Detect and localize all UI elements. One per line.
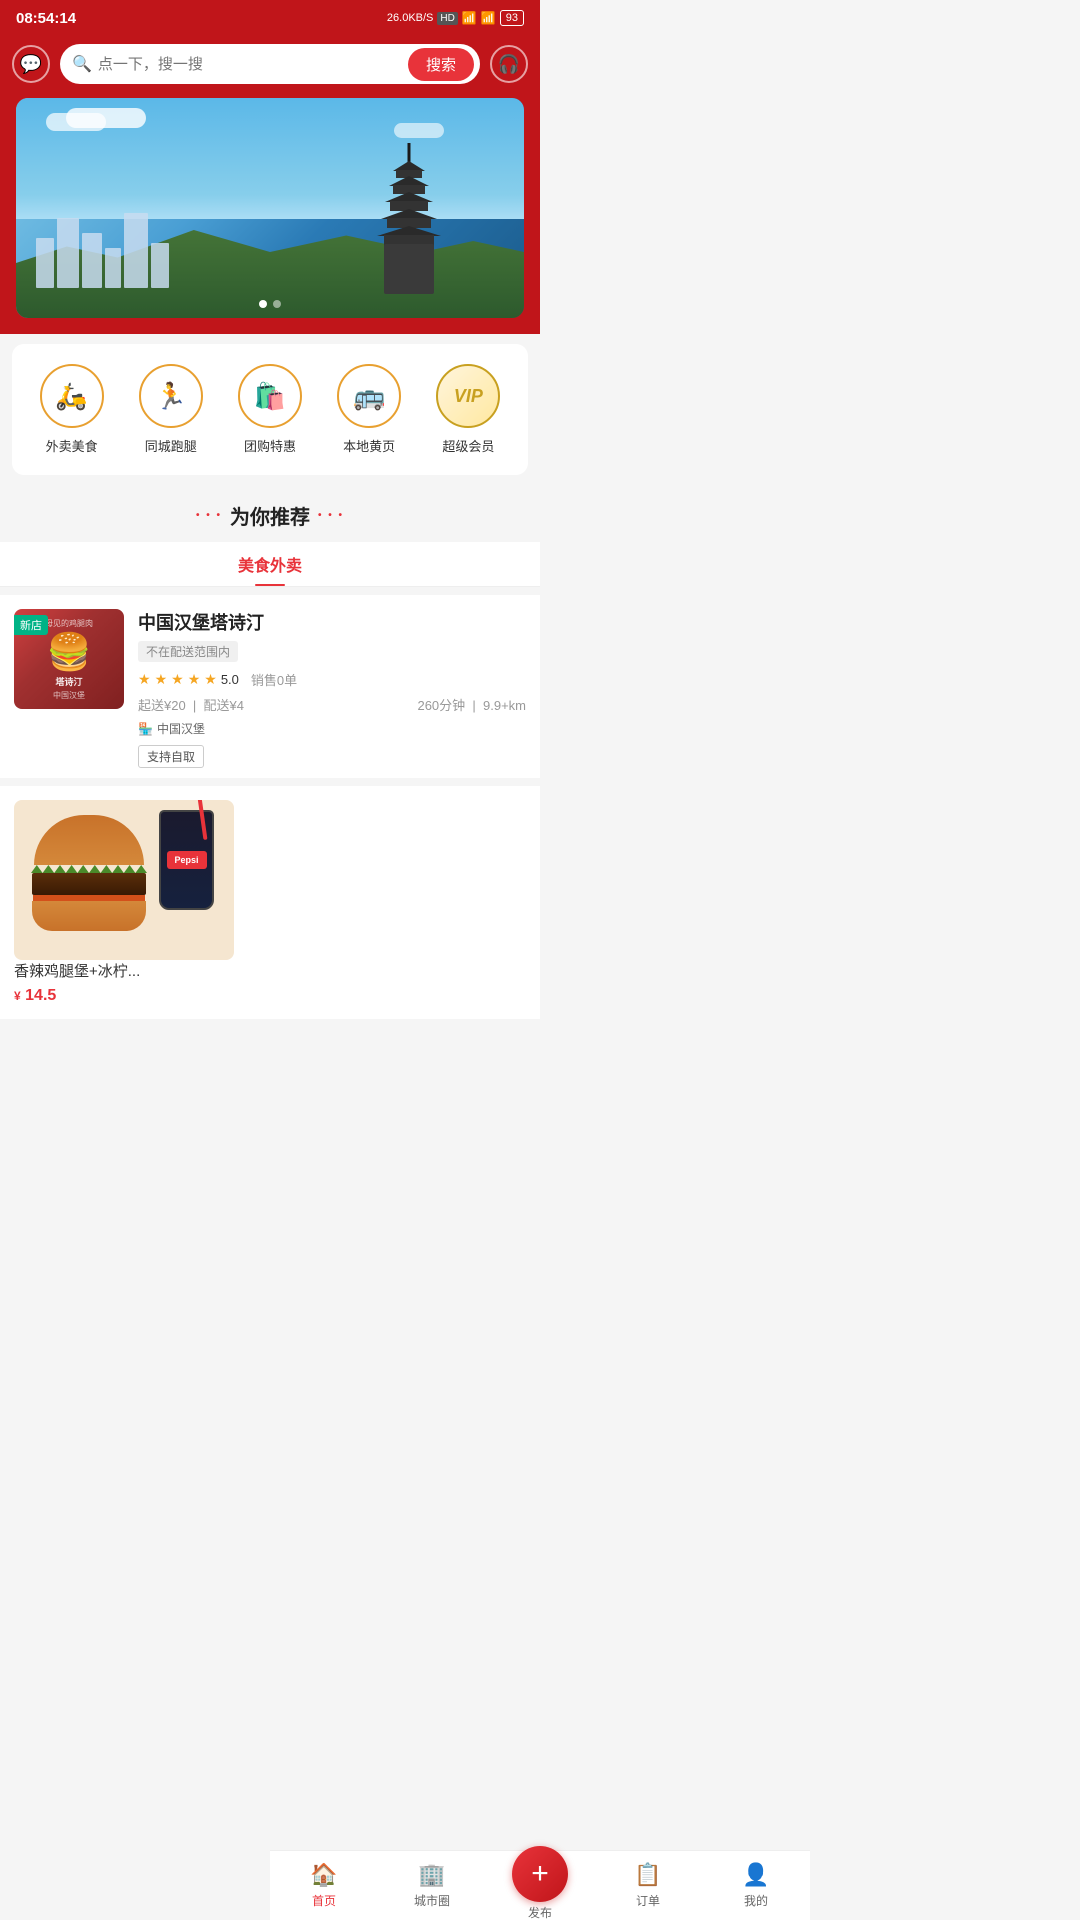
restaurant-image: 新店 母见的鸡腿肉 🍔 塔诗汀 中国汉堡 — [14, 609, 124, 709]
status-time: 08:54:14 — [16, 10, 76, 27]
signal-bars: 📶 — [481, 11, 496, 25]
plus-icon: + — [531, 1859, 549, 1889]
food-name: 香辣鸡腿堡+冰柠... — [14, 960, 526, 981]
header: 💬 🔍 搜索 🎧 — [0, 36, 540, 98]
food-image: Pepsi — [14, 800, 234, 960]
star-2: ★ — [155, 671, 168, 688]
nav-city-label: 城市圈 — [414, 1892, 450, 1909]
nav-publish[interactable]: + 发布 — [486, 1846, 594, 1920]
category-item-tuangou[interactable]: 🛍️ 团购特惠 — [238, 364, 302, 455]
restaurant-category: 🏪 中国汉堡 — [138, 720, 526, 737]
out-of-range-badge: 不在配送范围内 — [138, 641, 238, 662]
categories-section: 🛵 外卖美食 🏃 同城跑腿 🛍️ 团购特惠 🚌 本地黄页 — [12, 344, 528, 475]
search-input[interactable] — [98, 56, 402, 73]
huangye-icon: 🚌 — [337, 364, 401, 428]
min-order: 起送¥20 | 配送¥4 — [138, 695, 244, 714]
home-icon: 🏠 — [310, 1862, 337, 1888]
vip-label: 超级会员 — [442, 436, 494, 455]
banner-image[interactable] — [16, 98, 524, 318]
tuangou-icon: 🛍️ — [238, 364, 302, 428]
bottom-nav: 🏠 首页 🏢 城市圈 + 发布 📋 订单 👤 我的 — [270, 1850, 810, 1920]
rating-row: ★ ★ ★ ★ ★ 5.0 销售0单 — [138, 670, 526, 689]
nav-home[interactable]: 🏠 首页 — [270, 1856, 378, 1915]
restaurant-info: 中国汉堡塔诗汀 不在配送范围内 ★ ★ ★ ★ ★ 5.0 销售0单 起送¥20 — [138, 609, 526, 768]
signal-label: 26.0KB/S — [387, 12, 433, 24]
deco-dots-right: • • • — [318, 510, 344, 521]
wifi-icon: 📶 — [462, 11, 477, 25]
nav-orders[interactable]: 📋 订单 — [594, 1856, 702, 1915]
headset-icon: 🎧 — [498, 54, 520, 75]
star-1: ★ — [138, 671, 151, 688]
food-price: ¥ 14.5 — [14, 987, 526, 1005]
pickup-badge: 支持自取 — [138, 745, 204, 768]
tab-waimai[interactable]: 美食外卖 — [208, 542, 332, 586]
restaurant-top: 新店 母见的鸡腿肉 🍔 塔诗汀 中国汉堡 中国汉堡塔诗汀 不在配送范围内 ★ ★ — [14, 609, 526, 768]
city-icon: 🏢 — [418, 1862, 445, 1888]
rating-value: 5.0 — [221, 672, 239, 687]
category-item-huangye[interactable]: 🚌 本地黄页 — [337, 364, 401, 455]
time-distance: 260分钟 | 9.9+km — [417, 695, 526, 714]
banner-dot-1[interactable] — [259, 300, 267, 308]
status-bar: 08:54:14 26.0KB/S HD 📶 📶 93 — [0, 0, 540, 36]
nav-publish-label: 发布 — [528, 1904, 552, 1920]
price-symbol: ¥ — [14, 989, 21, 1003]
nav-home-label: 首页 — [312, 1892, 336, 1909]
sales-text: 销售0单 — [251, 670, 297, 689]
restaurant-card[interactable]: 新店 母见的鸡腿肉 🍔 塔诗汀 中国汉堡 中国汉堡塔诗汀 不在配送范围内 ★ ★ — [0, 595, 540, 778]
search-icon: 🔍 — [72, 54, 92, 74]
category-item-waimai[interactable]: 🛵 外卖美食 — [40, 364, 104, 455]
search-bar[interactable]: 🔍 搜索 — [60, 44, 480, 84]
content-area: 🛵 外卖美食 🏃 同城跑腿 🛍️ 团购特惠 🚌 本地黄页 — [0, 98, 540, 1099]
price-value: 14.5 — [25, 987, 56, 1004]
battery-icon: 93 — [500, 10, 524, 26]
banner-dots — [259, 300, 281, 308]
rest-meta-row: 起送¥20 | 配送¥4 260分钟 | 9.9+km — [138, 695, 526, 714]
huangye-label: 本地黄页 — [343, 436, 395, 455]
star-4: ★ — [188, 671, 201, 688]
recommend-title: 为你推荐 — [230, 501, 310, 530]
tuangou-label: 团购特惠 — [244, 436, 296, 455]
chat-button[interactable]: 💬 — [12, 45, 50, 83]
waimai-label: 外卖美食 — [46, 436, 98, 455]
food-item-card[interactable]: Pepsi 香辣鸡腿堡+冰柠... ¥ 14.5 — [0, 786, 540, 1019]
search-button[interactable]: 搜索 — [408, 48, 474, 81]
recommend-header: • • • 为你推荐 • • • — [0, 485, 540, 542]
star-5: ★ — [204, 671, 217, 688]
nav-profile-label: 我的 — [744, 1892, 768, 1909]
category-item-paotui[interactable]: 🏃 同城跑腿 — [139, 364, 203, 455]
nav-profile[interactable]: 👤 我的 — [702, 1856, 810, 1915]
chat-icon: 💬 — [20, 54, 42, 75]
paotui-icon: 🏃 — [139, 364, 203, 428]
store-icon: 🏪 — [138, 722, 153, 736]
headset-button[interactable]: 🎧 — [490, 45, 528, 83]
banner-section — [0, 98, 540, 334]
orders-icon: 📋 — [634, 1862, 661, 1888]
new-badge: 新店 — [14, 615, 48, 635]
publish-button[interactable]: + — [512, 1846, 568, 1902]
profile-icon: 👤 — [742, 1862, 769, 1888]
waimai-icon: 🛵 — [40, 364, 104, 428]
status-icons: 26.0KB/S HD 📶 📶 93 — [387, 10, 524, 26]
tab-row: 美食外卖 — [0, 542, 540, 587]
paotui-label: 同城跑腿 — [145, 436, 197, 455]
restaurant-name: 中国汉堡塔诗汀 — [138, 609, 526, 635]
star-3: ★ — [171, 671, 184, 688]
banner-dot-2[interactable] — [273, 300, 281, 308]
deco-dots-left: • • • — [196, 510, 222, 521]
nav-orders-label: 订单 — [636, 1892, 660, 1909]
nav-city[interactable]: 🏢 城市圈 — [378, 1856, 486, 1915]
category-item-vip[interactable]: VIP 超级会员 — [436, 364, 500, 455]
hd-badge: HD — [437, 12, 457, 25]
vip-icon: VIP — [436, 364, 500, 428]
